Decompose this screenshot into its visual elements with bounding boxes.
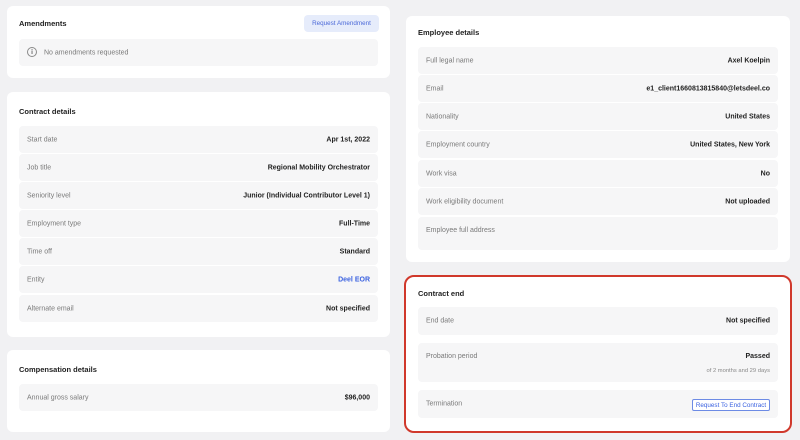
employee-row-nationality: Nationality United States (418, 103, 778, 130)
contract-details-title: Contract details (19, 107, 76, 116)
employee-details-card: Employee details Full legal name Axel Ko… (406, 16, 790, 262)
row-value: e1_client1660813815840@letsdeel.co (646, 85, 770, 92)
amendments-title: Amendments (19, 19, 67, 28)
row-value: Full-Time (339, 220, 370, 227)
contract-row-job-title: Job title Regional Mobility Orchestrator (19, 154, 378, 181)
row-value: Standard (339, 248, 370, 255)
employee-row-work-visa: Work visa No (418, 160, 778, 187)
contract-end-row-end-date: End date Not specified (418, 307, 778, 335)
employee-row-full-name: Full legal name Axel Koelpin (418, 47, 778, 74)
probation-note: of 2 months and 29 days (706, 368, 771, 374)
row-label: Entity (27, 276, 45, 283)
compensation-title: Compensation details (19, 365, 97, 374)
employee-details-title: Employee details (418, 28, 480, 37)
contract-row-seniority: Seniority level Junior (Individual Contr… (19, 182, 378, 209)
amendments-card: Amendments Request Amendment i No amendm… (7, 6, 390, 78)
request-end-contract-button[interactable]: Request To End Contract (692, 399, 770, 411)
amendments-empty-text: No amendments requested (44, 49, 129, 56)
row-value: Not uploaded (725, 198, 770, 205)
contract-end-card: Contract end End date Not specified Prob… (406, 277, 790, 431)
row-label: Work visa (426, 170, 457, 177)
row-label: Employment type (27, 220, 82, 227)
row-value: No (760, 170, 770, 177)
row-label: Annual gross salary (27, 394, 89, 401)
row-label: Email (426, 85, 444, 92)
row-label: Time off (27, 248, 52, 255)
end-date-value: Not specified (726, 317, 770, 325)
employee-row-address: Employee full address (418, 217, 778, 250)
contract-row-alternate-email: Alternate email Not specified (19, 295, 378, 322)
contract-end-row-termination: Termination Request To End Contract (418, 390, 778, 418)
row-label: Full legal name (426, 57, 474, 64)
contract-row-start-date: Start date Apr 1st, 2022 (19, 126, 378, 153)
contract-row-time-off: Time off Standard (19, 238, 378, 265)
probation-value: Passed (745, 353, 770, 360)
compensation-row-salary: Annual gross salary $96,000 (19, 384, 378, 411)
entity-link[interactable]: Deel EOR (338, 276, 370, 283)
row-value: Regional Mobility Orchestrator (267, 164, 370, 171)
contract-row-entity: Entity Deel EOR (19, 266, 378, 293)
row-value: Axel Koelpin (727, 57, 770, 64)
row-value: $96,000 (344, 394, 370, 401)
row-label: Employee full address (426, 227, 495, 234)
contract-details-card: Contract details Start date Apr 1st, 202… (7, 92, 390, 337)
row-value: Not specified (326, 305, 370, 312)
row-label: Work eligibility document (426, 198, 504, 205)
info-icon: i (27, 47, 37, 57)
contract-end-row-probation: Probation period Passed of 2 months and … (418, 343, 778, 382)
row-value: Apr 1st, 2022 (326, 136, 370, 143)
row-value: Junior (Individual Contributor Level 1) (243, 192, 370, 199)
amendments-empty-row: i No amendments requested (19, 39, 378, 66)
end-date-label: End date (426, 317, 455, 325)
row-label: Alternate email (27, 305, 74, 312)
contract-end-title: Contract end (418, 289, 465, 298)
row-label: Nationality (426, 113, 459, 120)
row-label: Seniority level (27, 192, 71, 199)
employee-row-work-eligibility: Work eligibility document Not uploaded (418, 188, 778, 215)
termination-label: Termination (426, 400, 463, 408)
employee-row-employment-country: Employment country United States, New Yo… (418, 131, 778, 158)
employee-row-email: Email e1_client1660813815840@letsdeel.co (418, 75, 778, 102)
request-amendment-button[interactable]: Request Amendment (304, 15, 379, 32)
contract-row-employment-type: Employment type Full-Time (19, 210, 378, 237)
probation-label: Probation period (426, 353, 478, 360)
row-label: Employment country (426, 141, 490, 148)
compensation-card: Compensation details Annual gross salary… (7, 350, 390, 432)
row-value: United States (725, 113, 770, 120)
row-value: United States, New York (690, 141, 770, 148)
row-label: Job title (27, 164, 52, 171)
row-label: Start date (27, 136, 58, 143)
